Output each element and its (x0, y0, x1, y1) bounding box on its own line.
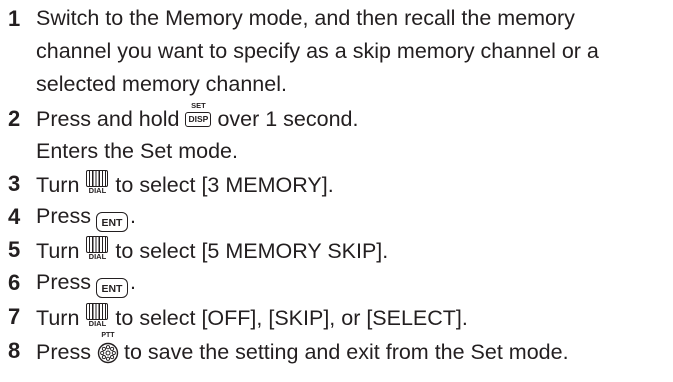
step-number: 2 (8, 106, 21, 131)
set-label: SET (191, 101, 206, 110)
step-text-line: Turn DIAL to select [OFF], [SKIP], or [SEL… (36, 303, 468, 332)
dial-label: DIAL (88, 252, 107, 261)
step-text-line: channel you want to specify as a skip me… (36, 39, 599, 63)
ent-key-icon: ENT (95, 212, 128, 232)
ent-key-icon: ENT (95, 278, 128, 298)
disp-key-icon: SET DISP (184, 101, 212, 129)
step-text: to select [5 MEMORY SKIP]. (115, 239, 389, 263)
step-number: 3 (8, 171, 21, 196)
step-number: 4 (8, 204, 21, 229)
step-number: 7 (8, 304, 21, 329)
ptt-label: PTT (101, 332, 115, 339)
step-text-line: Turn DIAL to select [5 MEMORY SKIP]. (36, 236, 388, 265)
step-text: to save the setting and exit from the Se… (123, 340, 569, 364)
dial-knob (86, 170, 109, 187)
step-text: Press (36, 340, 91, 364)
step-number: 8 (8, 338, 21, 363)
step-text: to select [OFF], [SKIP], or [SELECT]. (115, 306, 468, 330)
dial-icon: DIAL (84, 170, 110, 196)
dial-knob (86, 303, 109, 320)
step-text: Press (36, 270, 91, 294)
step-text: Turn (36, 306, 80, 330)
step-text: Press (36, 204, 91, 228)
step-text-line: Press PTT to save the setting and exit fr… (36, 332, 569, 366)
ptt-button-shape (97, 342, 119, 364)
step-text: Press and hold (36, 107, 180, 131)
dial-icon: DIAL (84, 236, 110, 262)
disp-label: DISP (185, 112, 212, 127)
step-text-line: Turn DIAL to select [3 MEMORY]. (36, 170, 334, 199)
step-number: 1 (8, 6, 21, 31)
dial-knob (86, 236, 109, 253)
step-note: Enters the Set mode. (36, 139, 238, 163)
step-text: Turn (36, 173, 80, 197)
step-text-line: Press and hold SET DISP over 1 second. (36, 101, 359, 133)
dial-icon: DIAL (84, 303, 110, 329)
step-text-line: Press ENT. (36, 269, 136, 298)
step-text: . (129, 270, 136, 294)
step-text: . (129, 204, 136, 228)
step-text: over 1 second. (217, 107, 359, 131)
step-text-line: selected memory channel. (36, 72, 287, 96)
dial-label: DIAL (88, 186, 107, 195)
step-text: Turn (36, 239, 80, 263)
step-number: 6 (8, 270, 21, 295)
instruction-steps: 1 Switch to the Memory mode, and then re… (0, 0, 673, 382)
step-number: 5 (8, 237, 21, 262)
step-text-line: Switch to the Memory mode, and then reca… (36, 6, 575, 30)
dial-label: DIAL (88, 319, 107, 328)
step-text: to select [3 MEMORY]. (115, 173, 334, 197)
step-text-line: Press ENT. (36, 203, 136, 232)
ptt-icon: PTT (96, 332, 120, 364)
